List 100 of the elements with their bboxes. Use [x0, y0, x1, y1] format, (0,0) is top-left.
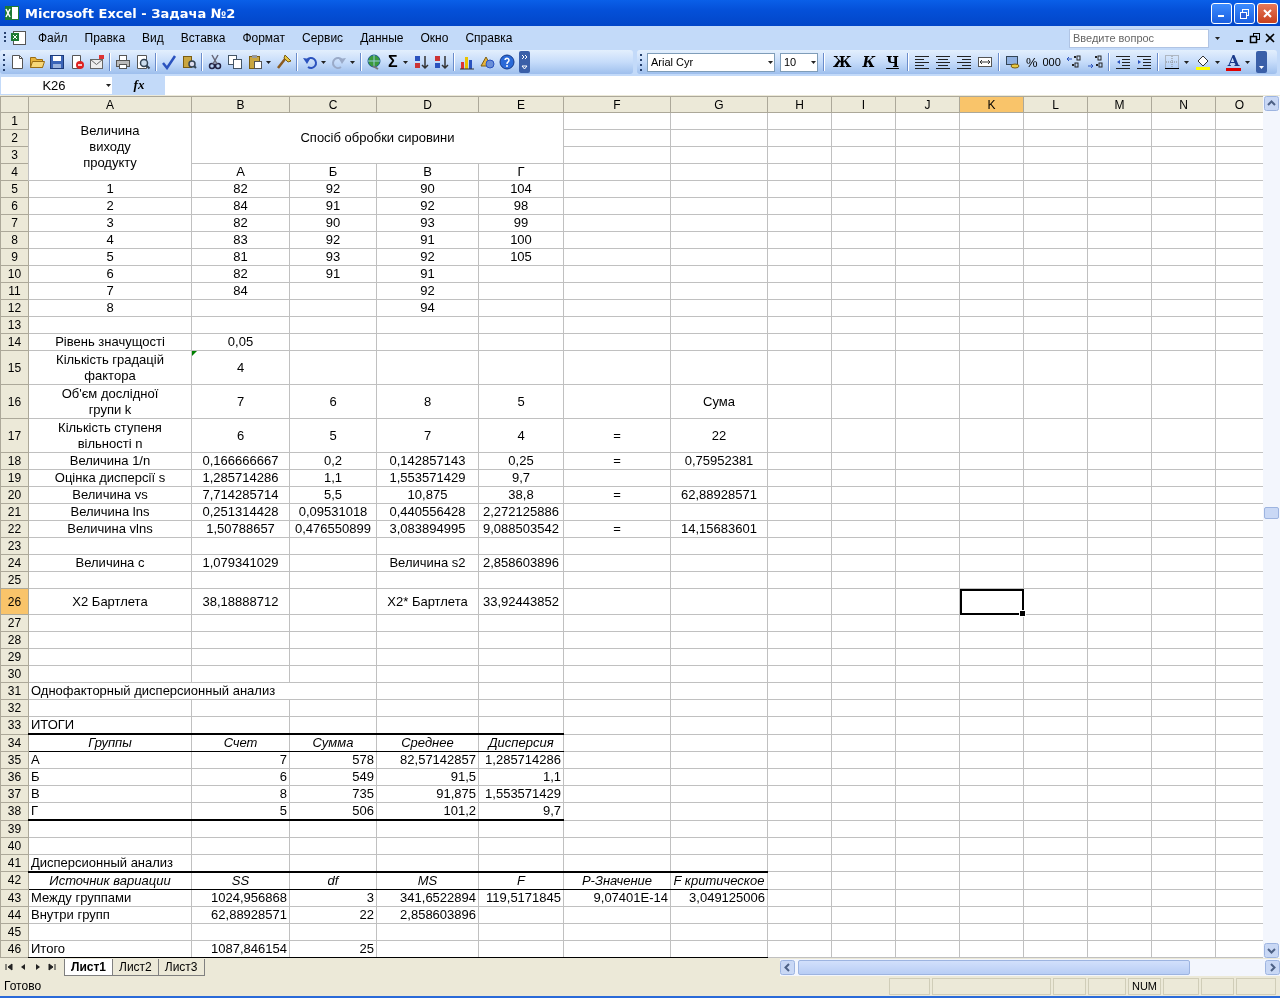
new-document-icon[interactable]: [9, 54, 25, 70]
sheet-tab[interactable]: Лист3: [157, 959, 205, 976]
borders-icon[interactable]: [1163, 54, 1180, 70]
menu-item[interactable]: Окно: [413, 29, 456, 47]
increase-decimal-icon[interactable]: [1065, 54, 1082, 70]
thousands-separator-button[interactable]: 000: [1042, 56, 1061, 68]
column-header[interactable]: M: [1087, 96, 1152, 113]
italic-button[interactable]: К: [859, 54, 879, 70]
column-header[interactable]: J: [895, 96, 960, 113]
permission-icon[interactable]: [69, 54, 85, 70]
row-header[interactable]: 26: [0, 588, 29, 615]
minimize-button[interactable]: [1211, 2, 1232, 24]
menu-item[interactable]: Вид: [135, 29, 171, 47]
column-header[interactable]: H: [767, 96, 832, 113]
mail-icon[interactable]: [89, 54, 105, 70]
column-header[interactable]: E: [478, 96, 564, 113]
column-header[interactable]: F: [563, 96, 671, 113]
column-header[interactable]: C: [289, 96, 377, 113]
brush-icon[interactable]: [276, 54, 292, 70]
spreadsheet-cell: 5: [289, 418, 377, 453]
workbook-restore-icon[interactable]: [1249, 32, 1261, 44]
column-header[interactable]: O: [1215, 96, 1263, 113]
globe-link-icon[interactable]: [366, 54, 382, 70]
decrease-decimal-icon[interactable]: [1086, 54, 1103, 70]
workbook-close-icon[interactable]: [1264, 32, 1276, 44]
close-button[interactable]: [1257, 2, 1278, 24]
column-header[interactable]: L: [1023, 96, 1088, 113]
percent-button[interactable]: %: [1025, 54, 1038, 70]
spreadsheet-cell: 1,285714286: [478, 751, 564, 769]
copy-icon[interactable]: [227, 54, 243, 70]
menu-item[interactable]: Сервис: [295, 29, 351, 47]
menu-item[interactable]: Правка: [77, 29, 133, 47]
column-header[interactable]: B: [191, 96, 290, 113]
align-left-icon[interactable]: [913, 54, 930, 70]
sum-button[interactable]: Σ: [386, 53, 400, 71]
merge-center-icon[interactable]: [976, 54, 993, 70]
decrease-indent-icon[interactable]: [1114, 54, 1131, 70]
increase-indent-icon[interactable]: [1135, 54, 1152, 70]
align-right-icon[interactable]: [955, 54, 972, 70]
scroll-thumb[interactable]: [1264, 507, 1279, 519]
underline-button[interactable]: Ч: [883, 54, 902, 70]
function-button[interactable]: fx: [113, 77, 165, 93]
vertical-scrollbar[interactable]: [1263, 96, 1280, 958]
help-search-field[interactable]: Введите вопрос: [1069, 28, 1209, 48]
spreadsheet-cell: 1,1: [289, 469, 377, 487]
menu-item[interactable]: Справка: [458, 29, 520, 47]
print-preview-icon[interactable]: [135, 54, 151, 70]
column-header[interactable]: N: [1151, 96, 1216, 113]
print-icon[interactable]: [115, 54, 131, 70]
row-header[interactable]: 16: [0, 384, 29, 419]
spelling-check-icon[interactable]: [161, 54, 177, 70]
row-header[interactable]: 15: [0, 350, 29, 385]
save-icon[interactable]: [49, 54, 65, 70]
undo-icon[interactable]: [302, 54, 318, 70]
font-name-field[interactable]: Arial Cyr: [647, 52, 775, 72]
scroll-left-icon[interactable]: [780, 959, 795, 975]
name-box[interactable]: K26: [0, 75, 113, 95]
scroll-right-icon[interactable]: [1265, 959, 1280, 975]
fill-color-icon[interactable]: [1194, 54, 1211, 70]
menu-item[interactable]: Вставка: [173, 29, 233, 47]
font-size-field[interactable]: 10: [780, 52, 818, 72]
scroll-up-icon[interactable]: [1264, 96, 1279, 111]
menu-item[interactable]: Файл: [31, 29, 75, 47]
first-sheet-icon[interactable]: [4, 961, 16, 973]
align-center-icon[interactable]: [934, 54, 951, 70]
last-sheet-icon[interactable]: [46, 961, 58, 973]
scroll-down-icon[interactable]: [1264, 943, 1279, 958]
restore-icon[interactable]: [1239, 7, 1250, 19]
sheet-tab[interactable]: Лист2: [112, 959, 159, 976]
cut-icon[interactable]: [207, 54, 223, 70]
bar-chart-icon[interactable]: [458, 54, 475, 70]
active-cell[interactable]: [959, 588, 1024, 615]
column-header[interactable]: A: [28, 96, 192, 113]
column-header[interactable]: G: [670, 96, 768, 113]
shapes-icon[interactable]: [478, 54, 495, 70]
toolbar-options-icon[interactable]: [518, 51, 530, 73]
horizontal-scrollbar[interactable]: [780, 958, 1280, 976]
close-icon[interactable]: [1262, 7, 1273, 19]
column-header[interactable]: D: [376, 96, 479, 113]
help-icon[interactable]: [498, 54, 515, 70]
column-header[interactable]: I: [831, 96, 896, 113]
sheet-tab[interactable]: Лист1: [64, 959, 114, 976]
column-header[interactable]: K: [959, 96, 1024, 113]
spreadsheet-cell: P-Значение: [563, 871, 671, 889]
formula-input-field[interactable]: [165, 75, 1280, 95]
font-color-button[interactable]: A: [1225, 53, 1242, 71]
menu-item[interactable]: Формат: [235, 29, 293, 47]
workbook-icon[interactable]: [10, 30, 28, 46]
open-folder-icon[interactable]: [29, 54, 45, 70]
restore-button[interactable]: [1234, 2, 1255, 24]
menu-item[interactable]: Данные: [353, 29, 411, 47]
bold-button[interactable]: Ж: [830, 54, 855, 70]
scroll-thumb[interactable]: [798, 959, 1190, 975]
book-search-icon[interactable]: [181, 54, 197, 70]
toolbar-options-icon[interactable]: [1256, 51, 1268, 73]
row-header[interactable]: 17: [0, 418, 29, 453]
sort-ascending-icon[interactable]: [412, 54, 429, 70]
paste-icon[interactable]: [247, 54, 263, 70]
currency-icon[interactable]: [1004, 54, 1021, 70]
sort-descending-icon[interactable]: [432, 54, 449, 70]
